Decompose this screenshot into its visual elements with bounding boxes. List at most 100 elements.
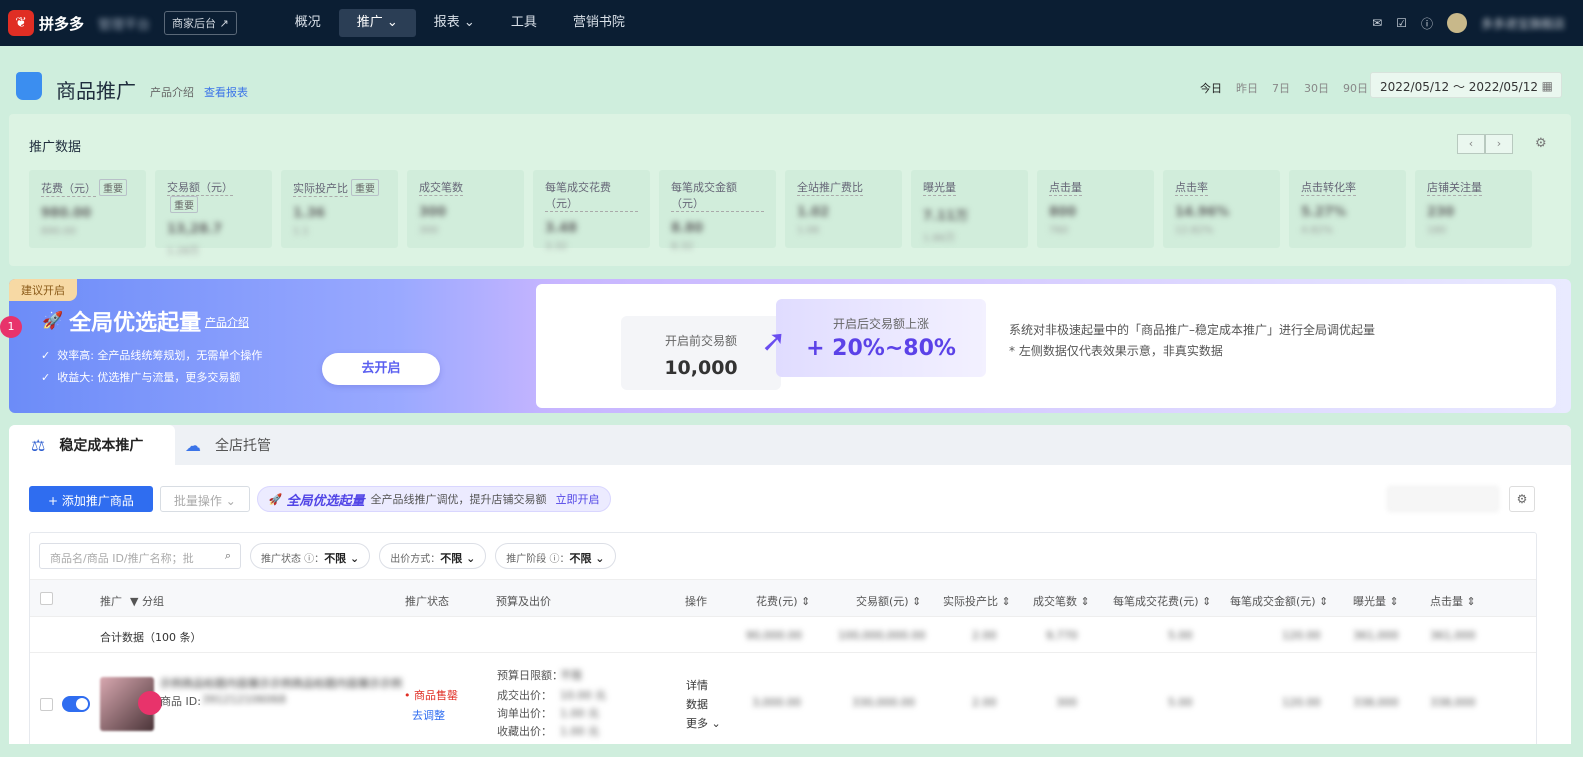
metric-card[interactable]: 点击转化率 5.27% 4.82%: [1289, 170, 1406, 248]
tab-store-managed[interactable]: ☁ 全店托管: [185, 425, 335, 465]
enable-boost-button[interactable]: 去开启: [322, 353, 440, 385]
op-detail-link[interactable]: 详情: [686, 677, 708, 693]
th-amount-per-order[interactable]: 每笔成交金额(元) ⇕: [1230, 593, 1328, 609]
date-tab-today[interactable]: 今日: [1200, 80, 1222, 96]
metric-card[interactable]: 点击率 14.96% 12.82%: [1163, 170, 1280, 248]
metric-card[interactable]: 实际投产比 重要 1.36 1.1: [281, 170, 398, 248]
metric-card[interactable]: 每笔成交金额（元） 8.80 8.32: [659, 170, 776, 252]
metric-card[interactable]: 点击量 800 760: [1037, 170, 1154, 248]
chevron-right-icon[interactable]: ›: [1485, 134, 1513, 154]
bid-favorite-label: 收藏出价：: [497, 725, 552, 738]
date-tab-7d[interactable]: 7日: [1272, 80, 1290, 96]
banner-effect-panel: 开启前交易额 10,000 开启后交易额上涨 + 20%~80% ➚ 系统对非极…: [536, 284, 1556, 408]
metric-card[interactable]: 交易额（元）重要 13,28.7 1.28万: [155, 170, 272, 257]
add-promo-product-button[interactable]: + 添加推广商品: [29, 486, 153, 512]
metric-cards: 花费（元） 重要 980.00 890.00 交易额（元）重要 13,28.7 1.28万实…: [29, 170, 1532, 257]
nav-item-promotion[interactable]: 推广 ⌄: [338, 9, 416, 37]
bid-deal-value[interactable]: 10.00 元: [560, 687, 606, 703]
chevron-left-icon[interactable]: ‹: [1457, 134, 1485, 154]
help-icon[interactable]: ⓘ: [1421, 15, 1433, 32]
mail-icon[interactable]: ✉: [1372, 16, 1382, 30]
metric-compare: 12.82%: [1175, 225, 1214, 236]
bid-favorite-value[interactable]: 1.00 元: [560, 723, 599, 739]
th-impressions[interactable]: 曝光量 ⇕: [1353, 593, 1399, 609]
after-gmv-value: + 20%~80%: [806, 336, 956, 361]
merchant-backend-button[interactable]: 商家后台 ↗: [164, 11, 237, 35]
gear-icon[interactable]: ⚙: [1509, 486, 1535, 512]
nav-item-reports[interactable]: 报表 ⌄: [416, 9, 493, 37]
banner-intro-link[interactable]: 产品介绍: [205, 314, 249, 330]
th-gmv[interactable]: 交易额(元) ⇕: [856, 593, 921, 609]
th-roi[interactable]: 实际投产比 ⇕: [943, 593, 1011, 609]
table-toolbar: + 添加推广商品 批量操作 ⌄ 🚀 全局优选起量 全产品线推广调优，提升店铺交易…: [29, 486, 612, 512]
nav-item-overview[interactable]: 概况: [277, 9, 339, 37]
date-tab-yesterday[interactable]: 昨日: [1236, 80, 1258, 96]
table-row: 示例商品标题内容展示示例商品标题内容展示示例 商品 ID: 3912121060…: [30, 653, 1536, 757]
summary-impressions: 361,000: [1353, 629, 1399, 642]
th-spend[interactable]: 花费(元) ⇕: [756, 593, 810, 609]
main-nav: 概况 推广 ⌄ 报表 ⌄ 工具 营销书院: [277, 0, 643, 46]
bid-inquiry-value[interactable]: 1.00 元: [560, 705, 599, 721]
metric-card[interactable]: 曝光量 7.11万 1.86万: [911, 170, 1028, 248]
before-gmv-label: 开启前交易额: [664, 334, 737, 348]
table-header: 推广 ▼ 分组 推广状态 预算及出价 操作 花费(元) ⇕ 交易额(元) ⇕ 实…: [30, 579, 1536, 617]
search-icon[interactable]: ⌕: [225, 549, 231, 563]
row-spend: 3,000.00: [752, 696, 801, 709]
banner-title: 🚀 全局优选起量: [42, 305, 201, 337]
date-tab-90d[interactable]: 90日: [1343, 80, 1368, 96]
metric-card[interactable]: 全站推广费比 1.02 1.06: [785, 170, 902, 248]
promotion-toggle[interactable]: [62, 696, 90, 712]
row-checkbox[interactable]: [40, 698, 53, 711]
adjust-link[interactable]: 去调整: [412, 707, 445, 723]
nav-item-tools[interactable]: 工具: [493, 9, 555, 37]
tab-stable-cost[interactable]: ⚖ 稳定成本推广: [9, 425, 175, 465]
row-roi: 2.00: [972, 696, 997, 709]
th-cost-per-order[interactable]: 每笔成交花费(元) ⇕: [1113, 593, 1211, 609]
top-navigation-bar: ❦ 拼多多 管理平台 商家后台 ↗ 概况 推广 ⌄ 报表 ⌄ 工具 营销书院 ✉…: [0, 0, 1583, 46]
th-orders[interactable]: 成交笔数 ⇕: [1033, 593, 1090, 609]
summary-roi: 2.00: [972, 629, 997, 642]
metric-card[interactable]: 每笔成交花费（元） 3.48 3.32: [533, 170, 650, 252]
user-name[interactable]: 多多进宝旗舰店: [1481, 15, 1565, 32]
stage-filter[interactable]: 推广阶段 ⓘ：不限 ⌄: [495, 543, 616, 569]
date-range-value: 2022/05/12 ～ 2022/05/12: [1380, 80, 1538, 94]
product-title[interactable]: 示例商品标题内容展示示例商品标题内容展示示例: [160, 675, 402, 691]
batch-operation-button[interactable]: 批量操作 ⌄: [159, 486, 250, 512]
th-status: 推广状态: [405, 595, 449, 608]
search-input[interactable]: 商品名/商品 ID/推广名称；批 ⌕: [39, 543, 241, 569]
metric-label: 每笔成交花费（元）: [545, 179, 638, 212]
op-data-link[interactable]: 数据: [686, 696, 708, 712]
select-all-checkbox[interactable]: [40, 592, 53, 605]
date-range-picker[interactable]: 2022/05/12 ～ 2022/05/12 ▦: [1370, 72, 1562, 98]
metric-card[interactable]: 花费（元） 重要 980.00 890.00: [29, 170, 146, 248]
row-orders: 300: [1056, 696, 1077, 709]
bid-method-filter[interactable]: 出价方式：不限 ⌄: [379, 543, 487, 569]
brand-logo[interactable]: ❦ 拼多多: [8, 10, 84, 36]
promo-chip-title: 全局优选起量: [286, 493, 365, 509]
metric-important-tag: 重要: [351, 179, 379, 196]
stage-filter-label: 推广阶段 ⓘ：: [506, 554, 570, 565]
enable-now-link[interactable]: 立即开启: [555, 491, 599, 507]
metric-label: 交易额（元）: [167, 181, 233, 196]
row-clicks: 338,000: [1430, 696, 1476, 709]
gear-icon[interactable]: ⚙: [1535, 136, 1547, 151]
th-clicks[interactable]: 点击量 ⇕: [1430, 593, 1476, 609]
budget-daily-value[interactable]: 不限: [560, 667, 582, 683]
nav-item-academy[interactable]: 营销书院: [555, 9, 643, 37]
op-more-link[interactable]: 更多 ⌄: [686, 715, 721, 731]
hidden-action-button[interactable]: [1387, 486, 1499, 512]
banner-point-1-text: 效率高: 全产品线统筹规划，无需单个操作: [57, 349, 263, 362]
metric-card[interactable]: 店铺关注量 230 180: [1415, 170, 1532, 248]
metric-value: 1.36: [293, 206, 326, 221]
task-icon[interactable]: ☑: [1396, 16, 1407, 30]
metric-label: 曝光量: [923, 181, 956, 196]
data-panel-title: 推广数据: [29, 140, 82, 155]
product-intro-link[interactable]: 产品介绍: [150, 84, 194, 100]
metric-card[interactable]: 成交笔数 300 300: [407, 170, 524, 248]
date-tab-30d[interactable]: 30日: [1304, 80, 1329, 96]
avatar[interactable]: [1446, 13, 1467, 33]
metric-value: 980.00: [41, 206, 92, 221]
status-filter[interactable]: 推广状态 ⓘ：不限 ⌄: [250, 543, 371, 569]
view-report-link[interactable]: 查看报表: [204, 84, 248, 100]
th-group[interactable]: ▼ 分组: [130, 593, 164, 609]
